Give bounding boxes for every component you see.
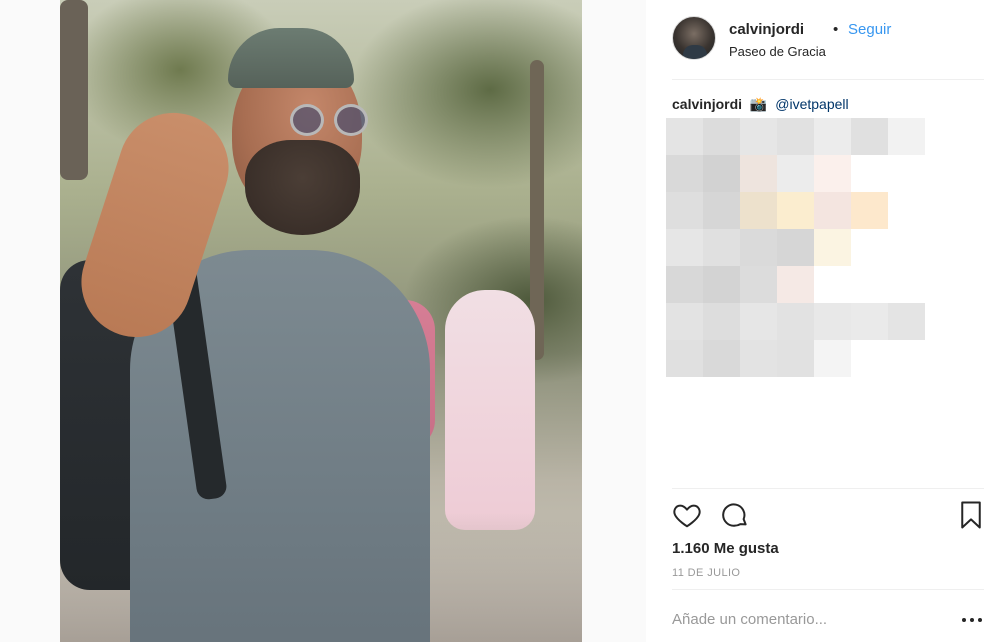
man-cap	[228, 28, 354, 88]
post-header: calvinjordi • Seguir Paseo de Gracia	[672, 16, 984, 80]
pixel-cell	[740, 118, 777, 155]
pixel-cell	[814, 340, 851, 377]
pixel-cell	[777, 340, 814, 377]
actions-divider	[672, 488, 984, 489]
post-date: 11 DE JULIO	[672, 567, 741, 579]
comment-bar	[672, 589, 984, 642]
pixel-cell	[703, 229, 740, 266]
follow-button[interactable]: Seguir	[848, 21, 891, 38]
pixel-cell	[703, 340, 740, 377]
avatar[interactable]	[672, 16, 716, 60]
pixel-cell	[851, 303, 888, 340]
pixelated-comments	[666, 118, 930, 377]
separator-dot: •	[833, 21, 839, 38]
pixel-cell	[740, 155, 777, 192]
pixel-cell	[666, 155, 703, 192]
pixel-cell	[777, 266, 814, 303]
post-photo[interactable]	[60, 0, 582, 642]
pixel-cell	[666, 303, 703, 340]
instagram-post: calvinjordi • Seguir Paseo de Gracia cal…	[0, 0, 1000, 642]
pixel-cell	[740, 192, 777, 229]
caption-emoji: 📸	[749, 96, 768, 112]
background-person	[445, 290, 535, 530]
pixel-cell	[814, 155, 851, 192]
pixel-cell	[703, 303, 740, 340]
pixel-cell	[666, 192, 703, 229]
pixel-cell	[740, 340, 777, 377]
more-options-icon[interactable]	[960, 610, 984, 628]
pixel-cell	[814, 118, 851, 155]
pixel-cell	[740, 229, 777, 266]
comment-input[interactable]	[672, 607, 942, 631]
background-tree	[60, 0, 88, 180]
pixel-cell	[666, 340, 703, 377]
post-sidebar: calvinjordi • Seguir Paseo de Gracia cal…	[646, 0, 1000, 642]
pixel-cell	[814, 192, 851, 229]
sunglasses	[290, 104, 370, 138]
pixel-cell	[814, 303, 851, 340]
pixel-cell	[777, 192, 814, 229]
pixel-cell	[777, 229, 814, 266]
pixel-cell	[703, 118, 740, 155]
man-beard	[245, 140, 360, 235]
pixel-cell	[666, 266, 703, 303]
pixel-cell	[703, 192, 740, 229]
pixel-cell	[703, 155, 740, 192]
pixel-cell	[666, 118, 703, 155]
pixel-cell	[888, 303, 925, 340]
pixel-cell	[777, 118, 814, 155]
likes-count[interactable]: 1.160 Me gusta	[672, 540, 779, 557]
location-link[interactable]: Paseo de Gracia	[729, 44, 826, 59]
comment-icon[interactable]	[720, 500, 750, 530]
pixel-cell	[814, 229, 851, 266]
pixel-cell	[777, 155, 814, 192]
bookmark-icon[interactable]	[958, 500, 984, 530]
pixel-cell	[703, 266, 740, 303]
author-username[interactable]: calvinjordi	[729, 21, 804, 38]
heart-icon[interactable]	[672, 500, 702, 530]
pixel-cell	[777, 303, 814, 340]
pixel-cell	[851, 192, 888, 229]
pixel-cell	[666, 229, 703, 266]
pixel-cell	[740, 303, 777, 340]
pixel-cell	[740, 266, 777, 303]
pixel-cell	[851, 118, 888, 155]
caption-mention[interactable]: @ivetpapell	[775, 96, 848, 112]
pixel-cell	[888, 118, 925, 155]
caption: calvinjordi 📸 @ivetpapell	[672, 96, 984, 113]
caption-username[interactable]: calvinjordi	[672, 96, 742, 112]
